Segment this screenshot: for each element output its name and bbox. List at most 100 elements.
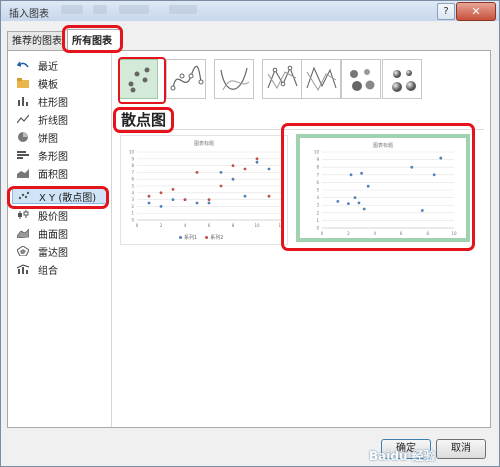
x-tick-label: 6: [208, 223, 211, 228]
tab-recommended-charts[interactable]: 推荐的图表: [7, 31, 65, 51]
x-tick-label: 2: [160, 223, 163, 228]
help-button[interactable]: ?: [437, 3, 455, 20]
data-point: [360, 171, 363, 175]
y-tick-label: 7: [316, 172, 319, 177]
data-point: [171, 198, 175, 201]
sidebar-item-column-chart[interactable]: 柱形图: [12, 93, 108, 109]
y-tick-label: 9: [316, 157, 319, 162]
y-tick-label: 10: [314, 150, 320, 155]
sidebar-item-line-chart[interactable]: 折线图: [12, 111, 108, 127]
x-tick-label: 8: [232, 223, 235, 228]
data-point: [336, 200, 340, 203]
chart-preview-1[interactable]: 图表标题 0 1 2 3 4 5 6 7 8 9 10 0 2 4 6 8 10 12 系列1 系列2: [120, 135, 288, 245]
scatter-subtype[interactable]: [118, 59, 158, 99]
sidebar-item-surface-chart[interactable]: 曲面图: [12, 225, 108, 241]
data-point: [347, 202, 350, 206]
sidebar-item-label: 股价图: [38, 211, 68, 223]
x-tick-label: 4: [374, 231, 377, 236]
y-tick-label: 4: [131, 190, 134, 195]
title-ghost-1: [61, 5, 83, 14]
scatter-smooth-markers-subtype[interactable]: [166, 59, 206, 99]
y-tick-label: 2: [316, 210, 319, 215]
preview-1-legend: 系列1 系列2: [179, 234, 223, 241]
sidebar-item-folder[interactable]: 模板: [12, 75, 108, 91]
x-tick-label: 4: [184, 223, 187, 228]
y-tick-label: 8: [131, 163, 134, 168]
sidebar-item-label: 曲面图: [38, 229, 68, 241]
data-point: [420, 209, 424, 212]
data-point: [231, 177, 235, 181]
window-title: 插入图表: [9, 9, 49, 20]
data-point: [159, 205, 163, 208]
chart-panel: 最近 模板 柱形图 折线图 饼图 条形图 面积图 X Y (散点图) 股价图 曲面图 雷达图 组合 散…: [7, 50, 491, 428]
sidebar-item-label: 最近: [38, 61, 58, 73]
sidebar-item-pie-chart[interactable]: 饼图: [12, 129, 108, 145]
data-point: [432, 173, 436, 177]
legend-series-2: 系列2: [205, 234, 223, 241]
sidebar-item-radar-chart[interactable]: 雷达图: [12, 243, 108, 259]
data-point: [231, 164, 235, 167]
sidebar-item-scatter-chart[interactable]: X Y (散点图): [12, 188, 108, 204]
title-ghost-2: [93, 5, 107, 14]
title-ghost-3: [119, 5, 149, 14]
scatter-chart-icon: [17, 190, 31, 202]
scatter-straight-markers-subtype[interactable]: [262, 59, 302, 99]
preview-2-plot: 0 1 2 3 4 5 6 7 8 9 10 0 2 4 6 8 10: [314, 150, 457, 237]
x-tick-label: 8: [426, 231, 429, 236]
scatter-straight-markers-icon: [263, 65, 301, 101]
bubble-subtype[interactable]: [341, 59, 381, 99]
title-bar: 插入图表 ? ✕: [1, 1, 499, 21]
x-tick-label: 12: [278, 223, 284, 228]
data-point: [353, 196, 357, 199]
scatter-straight-subtype[interactable]: [301, 59, 341, 99]
bubble-3d-subtype[interactable]: [382, 59, 422, 99]
sidebar-item-bar-chart[interactable]: 条形图: [12, 147, 108, 163]
y-tick-label: 2: [131, 204, 134, 209]
chart-preview-2[interactable]: 图表标题 0 1 2 3 4 5 6 7 8 9 10 0 2 4 6 8 10: [296, 134, 470, 242]
undo-icon: [16, 59, 30, 71]
tab-all-charts[interactable]: 所有图表: [67, 29, 121, 51]
insert-chart-dialog: 插入图表 ? ✕ 推荐的图表 所有图表 最近模板柱形图折线图饼图条形图面积图 X …: [0, 0, 500, 467]
y-tick-label: 3: [131, 197, 134, 202]
x-tick-label: 6: [400, 231, 403, 236]
cancel-button[interactable]: 取消: [436, 439, 486, 459]
data-point: [195, 171, 199, 174]
sidebar-item-label: 面积图: [38, 169, 68, 181]
scatter-straight-icon: [302, 66, 340, 101]
y-tick-label: 9: [131, 156, 134, 161]
data-point: [243, 194, 247, 198]
sidebar-item-combo-chart[interactable]: 组合: [12, 261, 108, 277]
sidebar-item-stock-chart[interactable]: 股价图: [12, 207, 108, 223]
sidebar-item-undo[interactable]: 最近: [12, 57, 108, 73]
scatter-smooth-subtype[interactable]: [214, 59, 254, 99]
data-point: [147, 194, 151, 198]
x-tick-label: 0: [136, 223, 139, 228]
sidebar-item-label: 组合: [38, 265, 58, 277]
y-tick-label: 4: [316, 195, 319, 200]
area-chart-icon: [16, 167, 30, 179]
chart-type-sidebar: 最近模板柱形图折线图饼图条形图面积图 X Y (散点图) 股价图曲面图雷达图组合: [8, 51, 112, 427]
sidebar-item-label: X Y (散点图): [39, 192, 97, 204]
sidebar-item-label: 饼图: [38, 133, 58, 145]
watermark: Baidu 经验: [369, 449, 436, 463]
y-tick-label: 5: [316, 188, 319, 193]
y-tick-label: 6: [131, 177, 134, 182]
data-point: [147, 201, 151, 205]
data-point: [207, 201, 211, 205]
sidebar-item-label: 模板: [38, 79, 58, 91]
data-point: [159, 191, 163, 195]
close-button[interactable]: ✕: [456, 2, 496, 21]
sidebar-item-label: 柱形图: [38, 97, 68, 109]
surface-chart-icon: [16, 227, 30, 239]
y-tick-label: 8: [316, 165, 319, 170]
radar-chart-icon: [16, 245, 30, 257]
sidebar-item-label: 雷达图: [38, 247, 68, 259]
stock-chart-icon: [16, 209, 30, 221]
x-tick-label: 2: [347, 231, 350, 236]
scatter-smooth-icon: [215, 67, 253, 101]
y-tick-label: 0: [131, 218, 134, 223]
y-tick-label: 7: [131, 170, 134, 175]
scatter-smooth-markers-icon: [167, 65, 205, 101]
x-tick-label: 10: [254, 223, 260, 228]
sidebar-item-area-chart[interactable]: 面积图: [12, 165, 108, 181]
